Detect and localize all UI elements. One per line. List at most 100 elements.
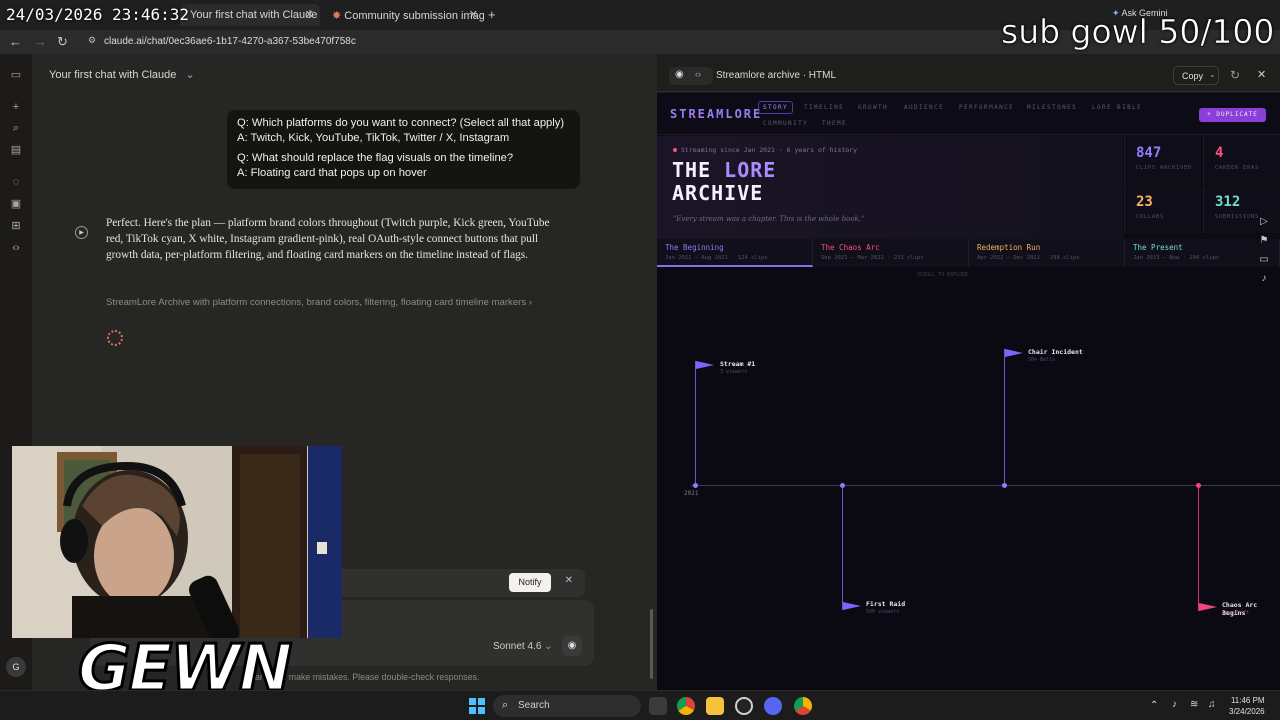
era-the-beginning[interactable]: The Beginning Jan 2021 – Aug 2021 · 124 … — [657, 239, 813, 267]
close-icon[interactable]: ✕ — [305, 8, 314, 21]
stat-clips-archived: 847 CLIPS ARCHIVED — [1124, 136, 1201, 184]
event-subtitle: 50+ Bells — [1028, 357, 1056, 363]
preview-code-toggle[interactable]: ◉ ‹› — [669, 67, 713, 85]
tab-claude-chat[interactable]: Your first chat with Claude - Cla ✕ — [180, 4, 320, 26]
nav-community[interactable]: COMMUNITY — [763, 120, 808, 127]
event-subtitle: 3 viewers — [720, 369, 748, 375]
chevron-down-icon[interactable]: ⌄ — [1209, 70, 1216, 79]
user-message: Q: Which platforms do you want to connec… — [227, 110, 580, 189]
hero-section: Streaming since Jan 2021 · 6 years of hi… — [657, 136, 1123, 239]
folder-icon[interactable]: ▣ — [9, 197, 23, 211]
code-icon[interactable]: ‹› — [9, 241, 23, 255]
wifi-icon[interactable]: ≋ — [1190, 699, 1198, 710]
new-tab-plus-icon[interactable]: + — [488, 7, 496, 22]
play-icon[interactable]: ▶ — [75, 226, 88, 239]
voice-mode-icon[interactable]: ◉ — [562, 636, 582, 656]
nav-audience[interactable]: AUDIENCE — [904, 104, 944, 111]
chevron-down-icon: ⌄ — [185, 69, 195, 81]
tab-label: Community submission image — [344, 10, 484, 22]
event-flag-first-raid[interactable] — [843, 602, 861, 610]
taskbar-search[interactable]: ⌕ Search — [493, 695, 641, 717]
notify-button[interactable]: Notify — [509, 573, 551, 592]
chat-title-button[interactable]: Your first chat with Claude ⌄ — [49, 68, 195, 81]
eye-icon[interactable]: ◉ — [675, 69, 684, 80]
file-explorer-icon[interactable] — [706, 697, 724, 715]
chrome-icon[interactable] — [677, 697, 695, 715]
windows-start-icon[interactable] — [469, 698, 485, 714]
search-icon: ⌕ — [502, 699, 509, 711]
site-nav: STREAMLORE STORY TIMELINE GROWTH AUDIENC… — [657, 93, 1280, 135]
era-the-present[interactable]: The Present Jan 2023 – Now · 194 clips — [1125, 239, 1280, 267]
event-node[interactable] — [1002, 483, 1007, 488]
artifact-panel: ◉ ‹› Streamlore archive · HTML Copy ⌄ ↻ … — [657, 60, 1280, 690]
era-the-chaos-arc[interactable]: The Chaos Arc Sep 2021 – Mar 2022 · 231 … — [813, 239, 969, 267]
address-bar[interactable]: ⚙ claude.ai/chat/0ec36ae6-1b17-4270-a367… — [84, 32, 994, 52]
nav-performance[interactable]: PERFORMANCE — [959, 104, 1014, 111]
chat-bubble-icon[interactable]: ▭ — [1258, 254, 1270, 266]
event-flag-chair-incident[interactable] — [1005, 349, 1023, 357]
search-icon[interactable]: ⌕ — [9, 121, 23, 135]
stat-collabs: 23 COLLABS — [1124, 185, 1201, 233]
new-chat-plus-icon[interactable]: + — [9, 100, 23, 114]
event-stem — [842, 486, 843, 610]
mic-icon[interactable]: ♪ — [1258, 273, 1270, 285]
event-title: Chair Incident — [1028, 348, 1083, 356]
sub-goal-counter: sub gowl 50/100 — [1001, 12, 1275, 52]
volume-icon[interactable]: ♫ — [1208, 699, 1216, 710]
apps-grid-icon[interactable]: ⊞ — [9, 219, 23, 233]
sidebar-toggle-icon[interactable]: ▭ — [9, 68, 23, 82]
tray-clock[interactable]: 11:46 PM 3/24/2026 — [1229, 695, 1265, 717]
play-icon[interactable]: ▷ — [1258, 216, 1270, 228]
event-stem — [1004, 349, 1005, 486]
assistant-message: Perfect. Here's the plan — platform bran… — [106, 217, 550, 261]
projects-icon[interactable]: ▤ — [9, 143, 23, 157]
back-arrow-icon[interactable]: ← — [9, 34, 22, 49]
stat-career-eras: 4 CAREER ERAS — [1203, 136, 1280, 184]
copy-button[interactable]: Copy ⌄ — [1173, 66, 1219, 85]
timeline-canvas[interactable]: SCROLL TO EXPLORE 2021 Stream #1 3 viewe… — [657, 268, 1280, 690]
close-icon[interactable]: ✕ — [565, 575, 573, 586]
event-node[interactable] — [693, 483, 698, 488]
chat-scrollbar[interactable] — [650, 609, 653, 679]
nav-growth[interactable]: GROWTH — [858, 104, 888, 111]
event-flag-chaos-arc-begins[interactable] — [1199, 603, 1217, 611]
mic-icon[interactable]: ♪ — [1172, 699, 1177, 710]
nav-milestones[interactable]: MILESTONES — [1027, 104, 1077, 111]
era-redemption-run[interactable]: Redemption Run Apr 2022 – Dec 2022 · 298… — [969, 239, 1125, 267]
nav-lore-bible[interactable]: LORE BIBLE — [1092, 104, 1142, 111]
hero-title-line-1: THE LORE — [672, 158, 777, 182]
site-info-icon[interactable]: ⚙ — [88, 35, 96, 46]
discord-icon[interactable] — [764, 697, 782, 715]
webcam-feed — [12, 446, 342, 638]
webcam-image — [12, 446, 342, 638]
event-node[interactable] — [840, 483, 845, 488]
streamlore-site: STREAMLORE STORY TIMELINE GROWTH AUDIENC… — [657, 93, 1280, 690]
close-icon[interactable]: ✕ — [469, 8, 478, 21]
loading-spinner — [107, 330, 123, 346]
code-icon[interactable]: ‹› — [695, 69, 701, 79]
artifact-link[interactable]: StreamLore Archive with platform connect… — [106, 297, 532, 308]
bookmark-icon[interactable]: ⚑ — [1258, 235, 1270, 247]
tray-chevron-up-icon[interactable]: ⌃ — [1150, 700, 1158, 711]
nav-timeline[interactable]: TIMELINE — [804, 104, 844, 111]
nav-story[interactable]: STORY — [758, 101, 794, 114]
duplicate-button[interactable]: + DUPLICATE — [1199, 108, 1266, 122]
refresh-icon[interactable]: ↻ — [1230, 68, 1240, 82]
chrome-canary-icon[interactable] — [794, 697, 812, 715]
reload-icon[interactable]: ↻ — [57, 34, 68, 50]
event-flag-stream-1[interactable] — [696, 361, 714, 369]
model-selector[interactable]: Sonnet 4.6 ⌄ — [493, 641, 553, 652]
chats-icon[interactable]: ◌ — [9, 175, 23, 189]
close-icon[interactable]: ✕ — [1257, 68, 1266, 81]
forward-arrow-icon[interactable]: → — [34, 34, 47, 49]
timeline-axis — [691, 485, 1280, 486]
chevron-right-icon: › — [528, 297, 533, 308]
event-stem — [1198, 486, 1199, 611]
nav-theme[interactable]: THEME — [822, 120, 847, 127]
event-title: Stream #1 — [720, 360, 756, 368]
task-view-icon[interactable] — [649, 697, 667, 715]
tab-community-submission[interactable]: ✸ Community submission image ✕ — [322, 4, 484, 26]
obs-icon[interactable] — [735, 697, 753, 715]
avatar[interactable]: G — [6, 657, 26, 677]
event-node[interactable] — [1196, 483, 1201, 488]
